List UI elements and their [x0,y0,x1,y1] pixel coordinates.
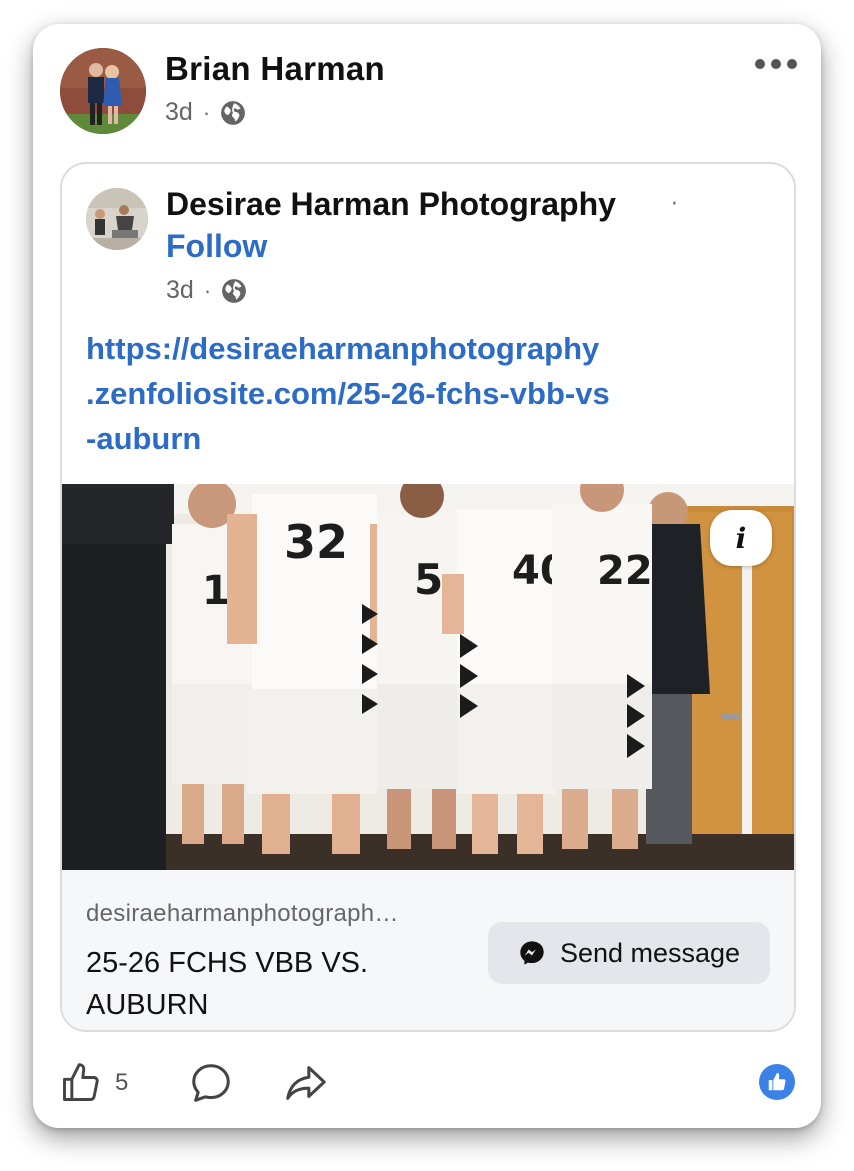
more-dot-icon [771,59,781,69]
link-preview-footer[interactable]: desiraeharmanphotograph… 25-26 FCHS VBB … [62,870,794,1030]
svg-text:22: 22 [597,548,653,594]
globe-icon [221,100,246,125]
like-reaction-icon[interactable] [759,1064,795,1100]
post-meta: 3d · [165,98,246,127]
comment-icon [192,1064,231,1102]
like-count: 5 [115,1069,129,1096]
follow-button[interactable]: Follow [166,228,267,265]
meta-separator: · [203,277,212,303]
link-line: https://desiraeharmanphotography [86,331,600,366]
link-preview-photo[interactable]: 12 32 5 [62,484,794,870]
link-line: .zenfoliosite.com/25-26-fchs-vbb-vs [86,376,610,411]
share-icon [286,1066,327,1100]
info-button[interactable]: i [710,510,772,566]
thumbs-up-icon [63,1063,99,1101]
more-dot-icon [755,59,765,69]
post-link[interactable]: https://desiraeharmanphotography .zenfol… [86,326,746,461]
post-time[interactable]: 3d [165,98,193,127]
send-message-button[interactable]: Send message [488,922,770,984]
globe-icon [222,278,247,303]
share-button[interactable] [282,1060,328,1106]
svg-text:32: 32 [284,515,348,569]
comment-button[interactable] [188,1060,234,1106]
post-card: Brian Harman 3d · Desirae Harman Photogr… [33,24,821,1128]
messenger-icon [520,941,544,965]
send-message-label: Send message [559,937,741,968]
page-avatar[interactable] [86,188,148,250]
shared-post-time[interactable]: 3d [166,276,194,305]
link-title: 25-26 FCHS VBB VS. AUBURN [86,947,369,1021]
link-domain: desiraeharmanphotograph… [86,900,399,927]
post-actions: 5 [59,1056,328,1110]
name-separator: · [670,186,679,216]
svg-text:5: 5 [414,555,443,604]
like-button[interactable]: 5 [59,1061,128,1105]
thumbs-up-icon [768,1072,786,1091]
meta-separator: · [202,99,211,125]
more-dot-icon [787,59,797,69]
shared-post-meta: 3d · [166,276,247,305]
author-name[interactable]: Brian Harman [165,50,385,88]
more-options-button[interactable] [753,56,799,72]
page-name[interactable]: Desirae Harman Photography [166,186,616,223]
shared-post: Desirae Harman Photography · Follow 3d ·… [60,162,796,1032]
link-line: -auburn [86,421,202,456]
author-avatar[interactable] [60,48,146,134]
